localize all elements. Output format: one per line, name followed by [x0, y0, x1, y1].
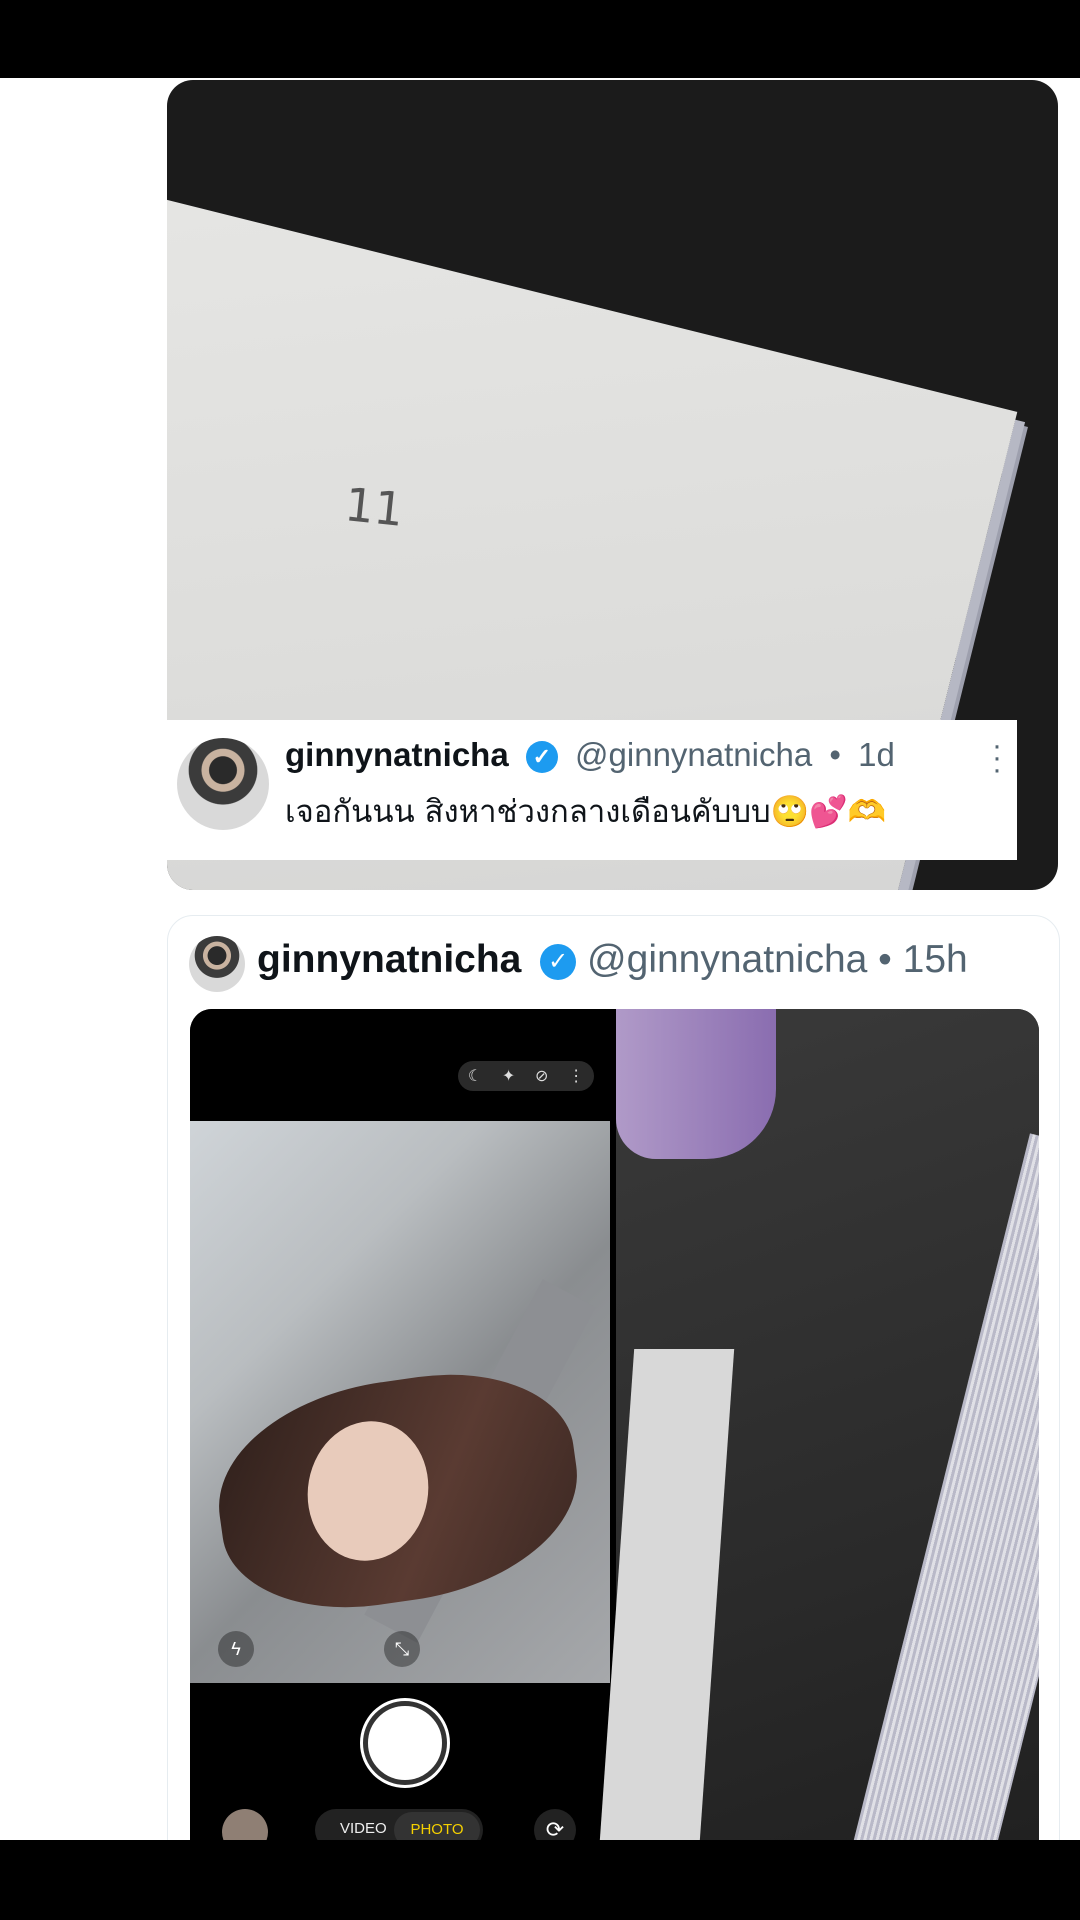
mode-video-label: VIDEO	[340, 1820, 387, 1837]
avatar[interactable]	[177, 738, 269, 830]
tweet-author-line: ginnynatnicha ✓ @ginnynatnicha • 1d	[285, 736, 895, 774]
handle[interactable]: @ginnynatnicha	[587, 938, 867, 981]
shrink-icon: ⤡	[384, 1631, 420, 1667]
moon-icon: ☾	[467, 1068, 483, 1085]
mode-photo-label: PHOTO	[394, 1812, 480, 1840]
paper	[597, 1349, 735, 1840]
display-name[interactable]: ginnynatnicha	[257, 938, 521, 981]
gallery-thumbnail	[222, 1809, 268, 1840]
display-name[interactable]: ginnynatnicha	[285, 736, 509, 773]
mug	[616, 1009, 776, 1159]
tweet-feed: 11 ginnynatnicha ✓ @ginnynatnicha • 1d ·…	[0, 78, 1080, 1840]
switch-camera-icon: ⟳	[534, 1809, 576, 1840]
verified-badge-icon: ✓	[525, 741, 558, 774]
flash-icon: ϟ	[218, 1631, 254, 1667]
camera-screenshot-image[interactable]: ☾ ✦ ⊘ ⋮ ϟ ⤡ VIDEO PHOTO ⟳	[190, 1009, 610, 1840]
emoji-text: 🙄💕🫶	[770, 794, 887, 830]
eye-slash-icon: ⊘	[535, 1068, 549, 1085]
tweet-media[interactable]: ☾ ✦ ⊘ ⋮ ϟ ⤡ VIDEO PHOTO ⟳	[190, 1009, 1039, 1840]
magic-icon: ✦	[501, 1068, 516, 1085]
verified-badge-icon: ✓	[540, 943, 577, 980]
tweet-text: เจอกันนน สิงหาช่วงกลางเดือนคับบบ🙄💕🫶	[285, 794, 887, 830]
timestamp[interactable]: 15h	[903, 938, 968, 981]
tweet-card[interactable]: ginnynatnicha ✓ @ginnynatnicha • 15h ☾ ✦…	[167, 915, 1060, 1840]
handle[interactable]: @ginnynatnicha	[575, 736, 812, 773]
separator-dot: •	[829, 736, 841, 773]
avatar[interactable]	[189, 936, 245, 992]
tweet-author-line: ginnynatnicha ✓ @ginnynatnicha • 15h	[257, 938, 968, 982]
book-pages	[846, 1133, 1039, 1840]
quoted-tweet-header[interactable]: ginnynatnicha ✓ @ginnynatnicha • 1d · · · …	[167, 720, 1017, 860]
grid-icon: ⋮	[568, 1068, 585, 1085]
book-photo-image[interactable]	[597, 1009, 1039, 1840]
timestamp[interactable]: 1d	[858, 736, 895, 773]
shutter-button	[363, 1701, 447, 1785]
camera-top-controls: ☾ ✦ ⊘ ⋮	[458, 1061, 594, 1091]
more-options-icon[interactable]: · · ·	[987, 731, 1007, 785]
separator-dot: •	[878, 938, 892, 981]
camera-viewfinder: ϟ ⤡	[190, 1121, 610, 1683]
photo-number-text: 11	[342, 477, 407, 537]
